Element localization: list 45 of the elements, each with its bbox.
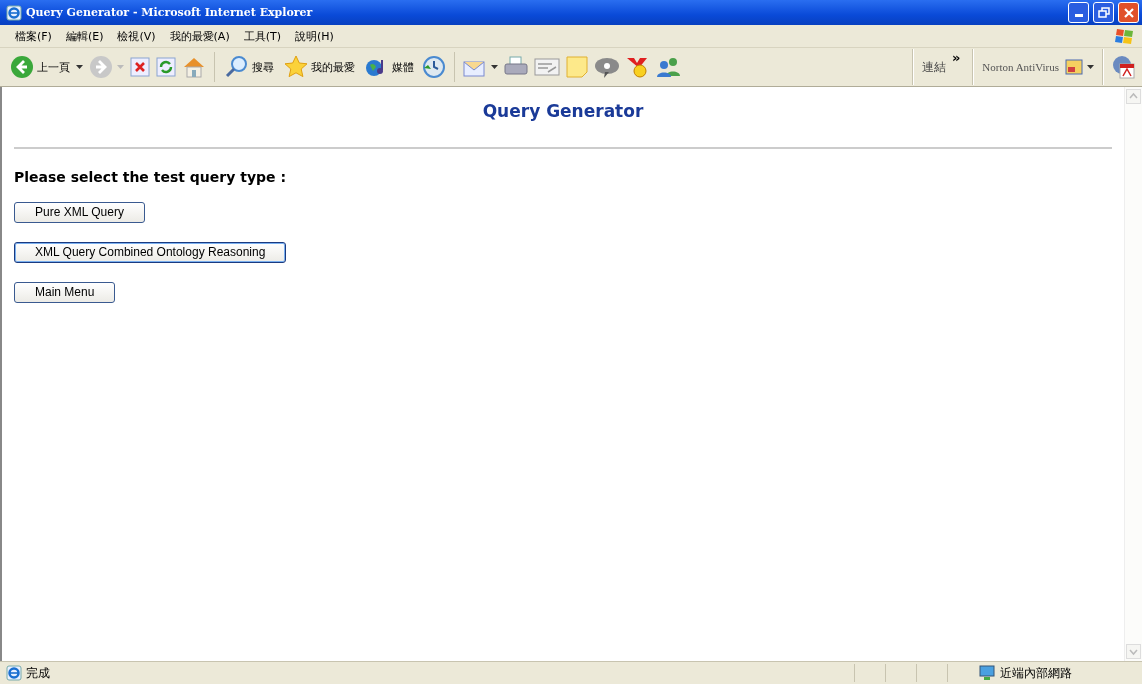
minimize-icon <box>1074 14 1083 17</box>
stop-icon[interactable] <box>130 57 150 77</box>
refresh-icon[interactable] <box>156 57 176 77</box>
norton-label[interactable]: Norton AntiVirus <box>982 61 1059 73</box>
window-title: Query Generator - Microsoft Internet Explorer <box>26 6 313 19</box>
menu-item[interactable]: 檔案(F) <box>10 27 57 45</box>
speech-bubble-icon[interactable] <box>594 56 620 78</box>
close-button[interactable] <box>1118 2 1139 23</box>
dropdown-caret-icon[interactable] <box>491 65 498 69</box>
menu-item[interactable]: 檢視(V) <box>112 27 161 45</box>
computer-icon <box>978 665 996 681</box>
links-label[interactable]: 連結 <box>921 58 946 76</box>
menu-item[interactable]: 編輯(E) <box>60 27 109 45</box>
dropdown-caret-icon[interactable] <box>76 65 83 69</box>
minimize-button[interactable] <box>1068 2 1089 23</box>
browser-logo-icon <box>6 4 22 21</box>
query-button[interactable]: Main Menu <box>14 281 116 303</box>
page-title: Query Generator <box>481 101 645 123</box>
media-button[interactable]: 媒體 <box>363 56 416 78</box>
menu-item[interactable]: 說明(H) <box>290 27 339 45</box>
security-zone-text: 近端內部網路 <box>1000 664 1072 682</box>
dropdown-caret-icon[interactable] <box>1087 65 1094 69</box>
more-links-chevron[interactable]: » <box>951 50 961 65</box>
edit-icon[interactable] <box>534 58 560 76</box>
search-icon <box>225 55 249 79</box>
restore-icon <box>1097 6 1110 19</box>
status-text: 完成 <box>26 664 50 682</box>
people-icon[interactable] <box>656 56 682 78</box>
search-button[interactable]: 搜尋 <box>223 55 276 79</box>
query-button[interactable]: Pure XML Query <box>14 201 145 223</box>
history-icon[interactable] <box>422 55 446 79</box>
favorites-button[interactable]: 我的最愛 <box>282 55 357 79</box>
restore-button[interactable] <box>1093 2 1114 23</box>
prompt-text: Please select the test query type : <box>14 169 287 185</box>
star-icon <box>284 55 308 79</box>
menu-item[interactable]: 工具(T) <box>238 27 286 45</box>
menu-item[interactable]: 我的最愛(A) <box>164 27 235 45</box>
page-icon <box>6 665 22 681</box>
pdf-icon[interactable] <box>1112 55 1136 79</box>
query-button[interactable]: XML Query Combined Ontology Reasoning <box>14 241 287 263</box>
home-icon[interactable] <box>182 56 206 78</box>
windows-flag-icon <box>1114 27 1136 45</box>
back-button[interactable]: 上一頁 <box>8 55 72 79</box>
printer-icon[interactable] <box>504 56 528 78</box>
close-icon <box>1122 6 1135 19</box>
